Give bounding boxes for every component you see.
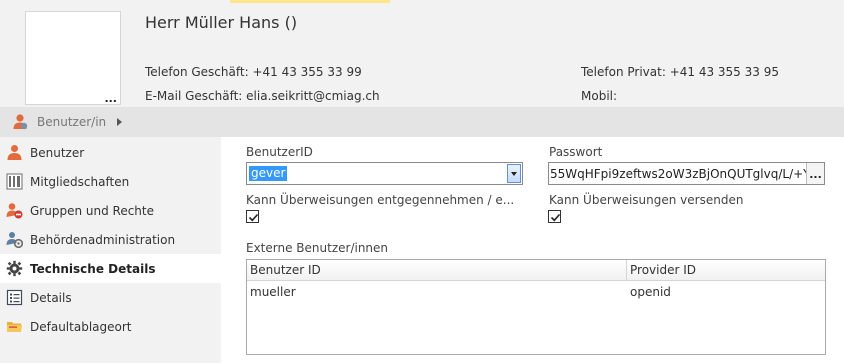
- gear-icon: [6, 260, 23, 277]
- breadcrumb-label[interactable]: Benutzer/in: [37, 115, 106, 129]
- sidebar: Benutzer Mitgliedschaften Gruppen und Re…: [0, 137, 221, 363]
- send-transfers-label: Kann Überweisungen versenden: [549, 193, 744, 207]
- sidebar-item-label: Mitgliedschaften: [30, 175, 130, 189]
- sidebar-item-benutzer[interactable]: Benutzer: [0, 138, 221, 167]
- user-icon: [6, 144, 23, 161]
- sidebar-item-label: Gruppen und Rechte: [30, 204, 154, 218]
- accept-transfers-label: Kann Überweisungen entgegennehmen / e...: [246, 193, 515, 207]
- user-id-value[interactable]: gever: [249, 166, 288, 181]
- sidebar-item-label: Defaultablageort: [30, 320, 132, 334]
- user-id-select[interactable]: gever: [246, 162, 523, 185]
- sidebar-item-details[interactable]: Details: [0, 283, 221, 312]
- password-value[interactable]: 55WqHFpi9zeftws2oW3zBjOnQUTglvq/L/+Yc: [550, 167, 806, 181]
- column-header-provider-id[interactable]: Provider ID: [627, 260, 825, 281]
- sidebar-item-label: Benutzer: [30, 146, 85, 160]
- header-accent-bar: [230, 0, 390, 3]
- sidebar-item-technische-details[interactable]: Technische Details: [0, 254, 221, 283]
- chevron-down-icon[interactable]: [507, 164, 521, 183]
- sidebar-item-label: Behördenadministration: [30, 233, 176, 247]
- person-header: ... Herr Müller Hans () Telefon Geschäft…: [0, 0, 844, 107]
- password-more-button[interactable]: ...: [806, 163, 824, 184]
- sidebar-item-label: Details: [30, 291, 72, 305]
- sidebar-item-label: Technische Details: [30, 262, 156, 276]
- sidebar-item-gruppen-und-rechte[interactable]: Gruppen und Rechte: [0, 196, 221, 225]
- cell-provider-id: openid: [630, 285, 671, 299]
- phone-private: Telefon Privat: +41 43 355 33 95: [581, 65, 779, 79]
- column-header-user-id[interactable]: Benutzer ID: [247, 260, 627, 281]
- avatar[interactable]: ...: [25, 11, 121, 105]
- chevron-right-icon[interactable]: [117, 118, 122, 126]
- user-icon: [11, 113, 29, 131]
- avatar-more-button[interactable]: ...: [104, 93, 117, 104]
- authority-admin-icon: [6, 231, 24, 249]
- sidebar-item-mitgliedschaften[interactable]: Mitgliedschaften: [0, 167, 221, 196]
- send-transfers-checkbox[interactable]: [548, 210, 561, 223]
- email-business: E-Mail Geschäft: elia.seikritt@cmiag.ch: [145, 89, 380, 103]
- groups-rights-icon: [6, 202, 23, 219]
- membership-icon: [6, 173, 23, 190]
- checkmark-icon: [550, 213, 561, 222]
- cell-user-id: mueller: [250, 285, 296, 299]
- external-users-label: Externe Benutzer/innen: [246, 241, 389, 255]
- sidebar-item-behoerdenadministration[interactable]: Behördenadministration: [0, 225, 221, 254]
- external-users-table: Benutzer ID Provider ID mueller openid: [246, 259, 826, 355]
- mobile: Mobil:: [581, 89, 618, 103]
- breadcrumb: Benutzer/in: [0, 107, 844, 137]
- checkmark-icon: [248, 213, 259, 222]
- password-field[interactable]: 55WqHFpi9zeftws2oW3zBjOnQUTglvq/L/+Yc ..…: [548, 162, 825, 185]
- sidebar-item-defaultablageort[interactable]: Defaultablageort: [0, 312, 221, 341]
- user-id-label: BenutzerID: [246, 145, 313, 159]
- folder-icon: [6, 318, 23, 335]
- accept-transfers-checkbox[interactable]: [246, 210, 259, 223]
- details-icon: [6, 289, 23, 306]
- person-name: Herr Müller Hans (): [145, 13, 298, 32]
- phone-business: Telefon Geschäft: +41 43 355 33 99: [145, 65, 362, 79]
- password-label: Passwort: [549, 145, 603, 159]
